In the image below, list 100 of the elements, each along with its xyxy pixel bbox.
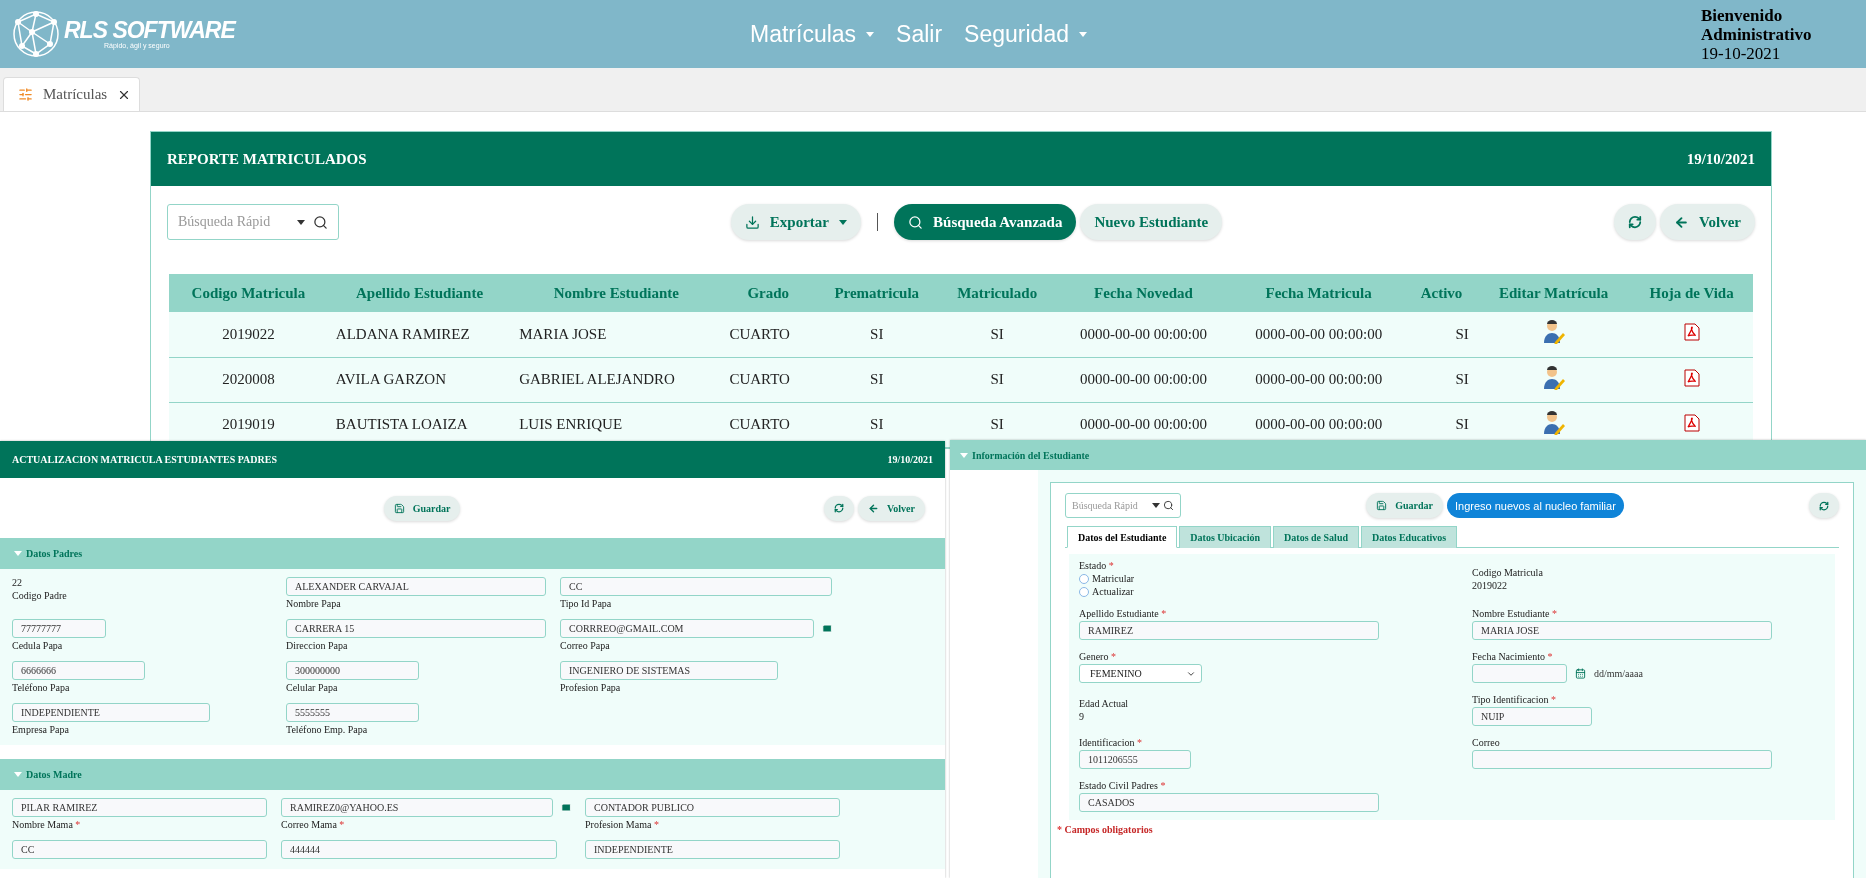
caret-icon: [1078, 31, 1087, 37]
input-field[interactable]: ALEXANDER CARVAJAL: [286, 577, 546, 596]
user-info-text: Administrativo: [1701, 24, 1813, 44]
radio-option[interactable]: Actualizar: [1079, 586, 1432, 597]
form-tab[interactable]: Datos de Salud: [1273, 526, 1359, 548]
field-label: Profesion Papa: [560, 682, 622, 693]
radio-option[interactable]: Matricular: [1079, 573, 1432, 584]
back-button[interactable]: Volver: [1660, 204, 1755, 240]
pdf-icon: [1683, 413, 1700, 432]
logo-icon: [10, 8, 62, 60]
field-label: Correo Mama *: [281, 819, 346, 830]
input-field[interactable]: CONTADOR PUBLICO: [585, 798, 840, 817]
field-label: Fecha Nacimiento *: [1472, 651, 1554, 662]
table-cell: AVILA GARZON: [335, 371, 446, 387]
input-field[interactable]: PILAR RAMIREZ: [12, 798, 267, 817]
column-header: Matriculado: [938, 274, 1056, 312]
download-icon: [744, 214, 760, 230]
page-tab[interactable]: Matrículas: [3, 77, 141, 111]
input-field[interactable]: 444444: [281, 840, 557, 859]
column-header: Nombre Estudiante: [511, 274, 722, 312]
field-label: Estado Civil Padres *: [1079, 780, 1167, 791]
save-button[interactable]: Guardar: [1366, 493, 1443, 518]
field-label: Profesion Mama *: [585, 819, 660, 830]
table-cell: SI: [870, 416, 884, 432]
form-tab[interactable]: Datos del Estudiante: [1067, 526, 1178, 548]
refresh-button[interactable]: [1614, 204, 1657, 240]
export-button[interactable]: Exportar: [730, 204, 862, 240]
table-cell: SI: [990, 325, 1004, 342]
form-tab[interactable]: Datos Educativos: [1361, 526, 1458, 548]
input-field[interactable]: CORRREO@GMAIL.COM: [560, 619, 814, 638]
input-field[interactable]: INGENIERO DE SISTEMAS: [560, 661, 778, 680]
refresh-button[interactable]: [824, 495, 855, 521]
input-field[interactable]: 1011206555: [1079, 750, 1191, 769]
table-cell: 0000-00-00 00:00:00: [1079, 416, 1208, 432]
field-label: Apellido Estudiante *: [1079, 608, 1168, 619]
panel-date: 19/10/2021: [887, 454, 933, 465]
search-icon: [313, 214, 328, 230]
advanced-search-button[interactable]: Búsqueda Avanzada: [894, 204, 1077, 240]
table-cell: SI: [870, 325, 884, 342]
date-format-hint: dd/mm/aaaa: [1594, 668, 1643, 679]
refresh-icon: [834, 503, 845, 513]
date-field[interactable]: [1472, 664, 1567, 683]
input-field[interactable]: [1472, 750, 1772, 769]
card-title: REPORTE MATRICULADOS: [167, 150, 367, 168]
form-tab[interactable]: Datos Ubicación: [1179, 526, 1272, 548]
column-header: Editar Matrícula: [1476, 274, 1631, 312]
input-field[interactable]: 5555555: [286, 703, 419, 722]
input-field[interactable]: RAMIREZ0@YAHOO.ES: [281, 798, 553, 817]
input-field[interactable]: CC: [560, 577, 832, 596]
section-header[interactable]: Datos Madre: [0, 759, 945, 790]
field-label: Direccion Papa: [286, 640, 349, 651]
input-field[interactable]: 77777777: [12, 619, 106, 638]
input-field[interactable]: 300000000: [286, 661, 419, 680]
input-field[interactable]: 6666666: [12, 661, 145, 680]
select-field[interactable]: FEMENINO: [1079, 664, 1202, 683]
field-value: 22: [12, 577, 23, 588]
input-field[interactable]: CASADOS: [1079, 793, 1379, 812]
column-header: Prematricula: [815, 274, 939, 312]
calendar-icon: [1575, 668, 1586, 679]
required-note: * Campos obligatorios: [1057, 824, 1154, 835]
input-field[interactable]: INDEPENDIENTE: [12, 703, 210, 722]
field-label: Identificacion *: [1079, 737, 1144, 748]
save-icon: [393, 502, 405, 514]
caret-icon: [297, 219, 305, 225]
section-title: Datos Madre: [26, 769, 82, 780]
mail-icon: [821, 623, 832, 634]
input-field[interactable]: RAMIREZ: [1079, 621, 1379, 640]
user-edit-icon: [1542, 365, 1565, 390]
save-button[interactable]: Guardar: [383, 495, 461, 521]
table-cell: SI: [990, 371, 1004, 387]
table-cell: MARIA JOSE: [519, 325, 607, 342]
field-label: Tipo Id Papa: [560, 598, 613, 609]
field-value: 2019022: [1472, 579, 1508, 591]
table-cell: 0000-00-00 00:00:00: [1255, 416, 1383, 432]
arrow-left-icon: [868, 502, 880, 514]
input-field[interactable]: MARIA JOSE: [1472, 621, 1772, 640]
section-header[interactable]: Datos Padres: [0, 538, 945, 569]
user-edit-icon: [1542, 410, 1565, 435]
field-label: Correo: [1472, 737, 1501, 748]
field-label: Empresa Papa: [12, 724, 70, 735]
search-icon: [1163, 500, 1174, 511]
section-header[interactable]: Información del Estudiante: [950, 440, 1866, 470]
field-label: Codigo Matricula: [1472, 566, 1544, 578]
column-header: Grado: [721, 274, 816, 312]
table-cell: 2019022: [222, 325, 275, 342]
input-field[interactable]: NUIP: [1472, 707, 1592, 726]
add-family-button[interactable]: Ingreso nuevos al nucleo familiar: [1447, 493, 1624, 518]
caret-icon: [14, 551, 22, 556]
column-header: Apellido Estudiante: [327, 274, 512, 312]
new-student-button[interactable]: Nuevo Estudiante: [1080, 204, 1223, 240]
input-field[interactable]: CARRERA 15: [286, 619, 546, 638]
table-cell: 0000-00-00 00:00:00: [1255, 371, 1383, 387]
input-field[interactable]: INDEPENDIENTE: [585, 840, 840, 859]
user-info-text: Bienvenido: [1701, 5, 1784, 25]
table-cell: 0000-00-00 00:00:00: [1079, 371, 1208, 387]
user-info-text: 19-10-2021: [1701, 43, 1782, 63]
section-title: Datos Padres: [26, 548, 83, 559]
refresh-button[interactable]: [1809, 493, 1839, 518]
input-field[interactable]: CC: [12, 840, 267, 859]
back-button[interactable]: Volver: [858, 495, 925, 521]
